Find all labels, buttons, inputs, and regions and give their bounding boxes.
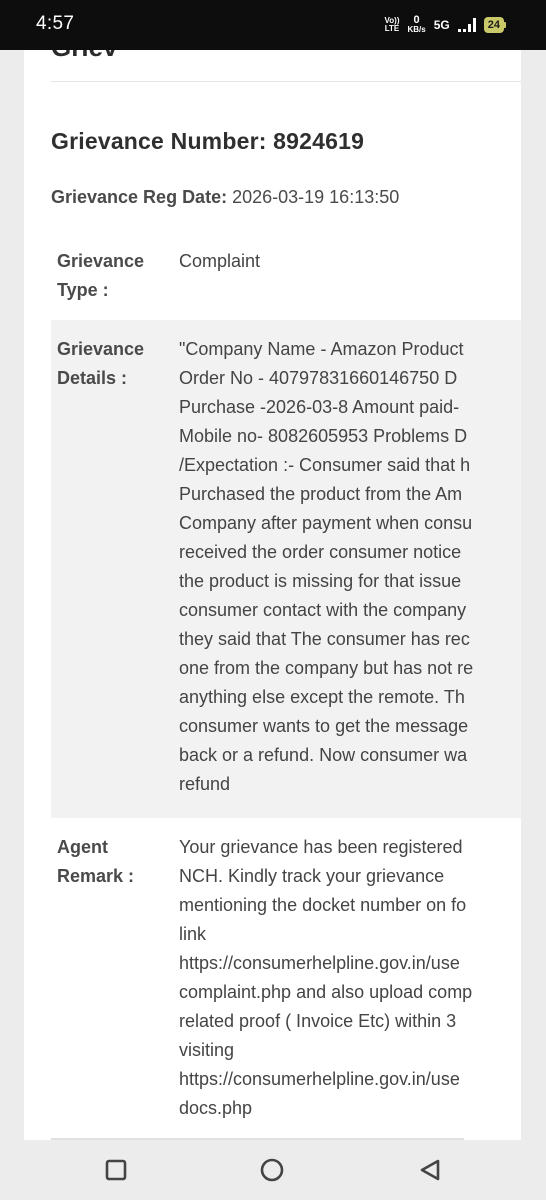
grievance-details-label: Grievance Details : bbox=[57, 335, 167, 393]
text-line: NCH. Kindly track your grievance bbox=[179, 866, 445, 886]
circle-home-icon[interactable] bbox=[259, 1157, 285, 1183]
text-line: consumer contact with the company bbox=[179, 600, 467, 620]
grievance-card: Griev Grievance Number: 8924619 Grievanc… bbox=[24, 50, 521, 1140]
previous-heading: Griev bbox=[51, 50, 118, 63]
text-line: related proof ( Invoice Etc) within 3 bbox=[179, 1011, 457, 1031]
network-speed-value: 0 bbox=[413, 14, 420, 26]
battery-icon: 24 bbox=[483, 17, 506, 33]
battery-level: 24 bbox=[483, 17, 504, 33]
triangle-back-icon[interactable] bbox=[417, 1157, 443, 1183]
text-line: Mobile no- 8082605953 Problems D bbox=[179, 426, 468, 446]
grievance-type-label: Grievance Type : bbox=[57, 247, 167, 305]
reg-date-value: 2026-03-19 16:13:50 bbox=[232, 187, 400, 207]
network-type: 5G bbox=[433, 18, 450, 32]
network-speed: 0 KB/s bbox=[407, 14, 426, 35]
grievance-details-row: Grievance Details : "Company Name - Amaz… bbox=[51, 320, 521, 818]
grievance-reg-date: Grievance Reg Date: 2026-03-19 16:13:50 bbox=[51, 187, 399, 208]
text-line: "Company Name - Amazon Product bbox=[179, 339, 464, 359]
text-line: complaint.php and also upload comp bbox=[179, 982, 473, 1002]
text-line: mentioning the docket number on fo bbox=[179, 895, 467, 915]
system-nav-bar bbox=[0, 1140, 546, 1200]
status-time: 4:57 bbox=[36, 13, 75, 34]
text-line: received the order consumer notice bbox=[179, 542, 462, 562]
text-line: link bbox=[179, 924, 207, 944]
status-bar: 4:57 Vo)) LTE 0 KB/s 5G 24 bbox=[0, 0, 546, 50]
volte-icon: Vo)) LTE bbox=[385, 17, 400, 33]
grievance-type-row: Grievance Type : Complaint bbox=[51, 247, 521, 317]
text-line: Purchase -2026-03-8 Amount paid- bbox=[179, 397, 460, 417]
text-line: back or a refund. Now consumer wa bbox=[179, 745, 468, 765]
text-line: Order No - 40797831660146750 D bbox=[179, 368, 458, 388]
text-line: Purchased the product from the Am bbox=[179, 484, 463, 504]
network-speed-unit: KB/s bbox=[407, 25, 426, 34]
agent-remark-row: Agent Remark : Your grievance has been r… bbox=[51, 818, 521, 1133]
text-line: the product is missing for that issue bbox=[179, 571, 462, 591]
square-recents-icon[interactable] bbox=[103, 1157, 129, 1183]
text-line: they said that The consumer has rec bbox=[179, 629, 470, 649]
grievance-type-value: Complaint bbox=[179, 247, 521, 276]
label-line: Agent bbox=[57, 837, 108, 857]
agent-remark-label: Agent Remark : bbox=[57, 833, 167, 891]
label-line: Grievance bbox=[57, 251, 145, 271]
text-line: Your grievance has been registered bbox=[179, 837, 463, 857]
label-line: Remark : bbox=[57, 866, 135, 886]
text-line: consumer wants to get the message bbox=[179, 716, 469, 736]
label-line: Details : bbox=[57, 368, 128, 388]
text-line: one from the company but has not re bbox=[179, 658, 474, 678]
status-icons: Vo)) LTE 0 KB/s 5G 24 bbox=[385, 12, 506, 38]
text-line: docs.php bbox=[179, 1098, 253, 1118]
volte-bottom-text: LTE bbox=[384, 24, 400, 33]
grievance-number-heading: Grievance Number: 8924619 bbox=[51, 128, 365, 154]
agent-remark-text: Your grievance has been registered NCH. … bbox=[179, 833, 521, 1123]
remark-link[interactable]: https://consumerhelpline.gov.in/use bbox=[179, 1065, 521, 1094]
label-line: Grievance bbox=[57, 339, 145, 359]
text-line: Company after payment when consu bbox=[179, 513, 473, 533]
signal-icon bbox=[457, 18, 476, 32]
text-line: /Expectation :- Consumer said that h bbox=[179, 455, 471, 475]
label-line: Type : bbox=[57, 280, 109, 300]
divider bbox=[51, 81, 521, 82]
text-line: refund bbox=[179, 774, 231, 794]
remark-link[interactable]: https://consumerhelpline.gov.in/use bbox=[179, 949, 521, 978]
reg-date-label: Grievance Reg Date: bbox=[51, 187, 228, 207]
grievance-details-text: "Company Name - Amazon Product Order No … bbox=[179, 335, 521, 799]
text-line: visiting bbox=[179, 1040, 235, 1060]
value-line: Complaint bbox=[179, 251, 261, 271]
text-line: anything else except the remote. Th bbox=[179, 687, 465, 707]
